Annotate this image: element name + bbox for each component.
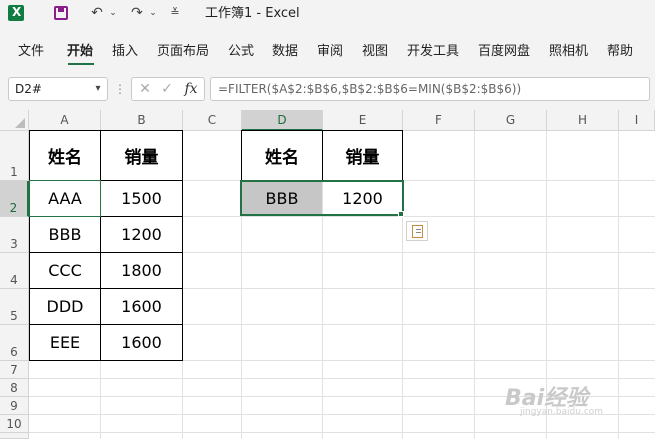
column-header-b[interactable]: B [101,110,183,131]
source-cell-sales[interactable]: 1500 [100,180,183,217]
source-header-sales[interactable]: 销量 [100,130,183,181]
source-cell-name[interactable]: CCC [29,252,101,289]
row-header-3[interactable]: 3 [0,217,29,253]
undo-icon[interactable]: ↶ [88,4,106,22]
source-cell-sales[interactable]: 1800 [100,252,183,289]
redo-icon[interactable]: ↷ [128,4,146,22]
enter-check-icon[interactable]: ✓ [158,78,176,100]
source-cell-sales[interactable]: 1200 [100,216,183,253]
source-cell-name[interactable]: EEE [29,324,101,361]
tab-data[interactable]: 数据 [272,41,298,63]
tab-review[interactable]: 审阅 [317,41,343,63]
row-header-11[interactable] [0,433,29,439]
tab-baidu-netdisk[interactable]: 百度网盘 [478,41,530,63]
column-header-e[interactable]: E [323,110,403,131]
tab-camera[interactable]: 照相机 [549,41,588,63]
name-box-value: D2# [15,82,42,96]
select-all-triangle-icon [15,118,25,128]
tab-home[interactable]: 开始 [67,41,93,63]
tab-formulas[interactable]: 公式 [228,41,254,63]
window-title: 工作簿1 - Excel [205,6,300,21]
formula-bar-grip-icon[interactable]: ⋮ [114,78,126,100]
gridline [29,432,655,433]
source-cell-name[interactable]: DDD [29,288,101,325]
source-header-name[interactable]: 姓名 [29,130,101,181]
cancel-icon[interactable]: ✕ [136,78,154,100]
column-header-a[interactable]: A [29,110,101,131]
tab-page-layout[interactable]: 页面布局 [157,41,209,63]
formula-text: =FILTER($A$2:$B$6,$B$2:$B$6=MIN($B$2:$B$… [218,82,522,96]
excel-logo-icon [8,5,24,21]
redo-dropdown-chevron-icon[interactable]: ⌄ [148,4,158,22]
gridline [474,131,475,439]
selection-outline [240,180,404,216]
row-header-4[interactable]: 4 [0,253,29,289]
active-tab-indicator [68,63,94,65]
column-header-h[interactable]: H [547,110,619,131]
source-cell-name[interactable]: BBB [29,216,101,253]
insert-function-icon[interactable]: fx [181,78,201,100]
tab-insert[interactable]: 插入 [112,41,138,63]
quick-analysis-icon[interactable] [406,221,428,241]
column-header-i[interactable]: I [619,110,655,131]
gridline [29,378,655,379]
row-header-6[interactable]: 6 [0,325,29,361]
tab-developer[interactable]: 开发工具 [407,41,459,63]
column-header-d[interactable]: D [242,110,323,131]
column-header-f[interactable]: F [403,110,475,131]
row-header-10[interactable]: 10 [0,415,29,433]
customize-quick-access-icon[interactable]: ≚ [168,4,182,22]
cell-a2-outline [29,180,101,217]
undo-dropdown-chevron-icon[interactable]: ⌄ [108,4,118,22]
column-header-c[interactable]: C [183,110,242,131]
row-header-7[interactable]: 7 [0,361,29,379]
source-cell-sales[interactable]: 1600 [100,324,183,361]
column-header-g[interactable]: G [475,110,547,131]
name-box-chevron-down-icon[interactable]: ▾ [92,78,104,100]
row-header-2[interactable]: 2 [0,181,29,217]
baidu-watermark-url: jingyan.baidu.com [520,407,604,417]
source-cell-sales[interactable]: 1600 [100,288,183,325]
row-header-5[interactable]: 5 [0,289,29,325]
result-header-name[interactable]: 姓名 [241,130,323,181]
fill-handle[interactable] [398,211,404,217]
save-icon[interactable] [52,4,70,22]
result-header-sales[interactable]: 销量 [322,130,403,181]
tab-view[interactable]: 视图 [362,41,388,63]
row-header-1[interactable]: 1 [0,131,29,181]
tab-file[interactable]: 文件 [18,41,44,63]
row-header-9[interactable]: 9 [0,397,29,415]
row-header-8[interactable]: 8 [0,379,29,397]
tab-help[interactable]: 帮助 [607,41,633,63]
